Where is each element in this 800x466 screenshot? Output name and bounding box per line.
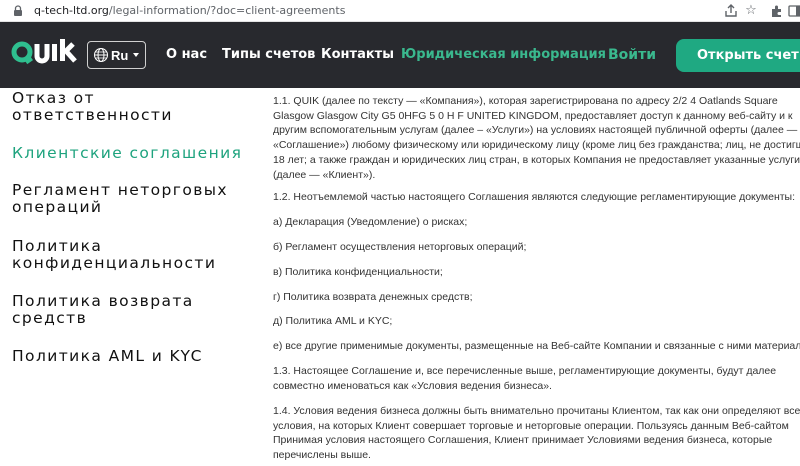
list-item-e: е) все другие применимые документы, разм… (273, 339, 800, 354)
browser-address-bar[interactable]: q-tech-ltd.org/legal-information/?doc=cl… (0, 0, 800, 22)
list-item-b: б) Регламент осуществления неторговых оп… (273, 240, 800, 255)
sidebar-item-label: ответственности (12, 106, 173, 124)
language-code: Ru (111, 48, 129, 63)
list-item-a: а) Декларация (Уведомление) о рисках; (273, 215, 800, 230)
sidebar-item-label: Политика AML и KYC (12, 347, 203, 365)
sidebar-item-label: Отказ от (12, 89, 95, 107)
chevron-down-icon (133, 53, 139, 57)
text-line: совместно именоваться как «Условия веден… (273, 379, 552, 392)
text-line: 1.1. QUIK (далее по тексту — «Компания»)… (273, 95, 778, 107)
language-selector[interactable]: Ru (87, 41, 146, 69)
lock-icon[interactable] (11, 4, 25, 18)
login-link[interactable]: Войти (608, 47, 656, 63)
extensions-icon[interactable] (769, 3, 785, 19)
list-item-g: г) Политика возврата денежных средств; (273, 290, 800, 305)
sidebar-icon[interactable] (787, 3, 800, 19)
text-line: д) Политика AML и KYC; (273, 315, 393, 327)
url-host: q-tech-ltd.org (34, 4, 109, 17)
sidebar-item-privacy-policy[interactable]: Политика конфиденциальности (12, 238, 216, 272)
text-line: в) Политика конфиденциальности; (273, 266, 443, 278)
text-line: условия, на которых Клиент совершает тор… (273, 419, 789, 432)
sidebar-item-label: Политика (12, 237, 103, 255)
paragraph-1-2: 1.2. Неотъемлемой частью настоящего Согл… (273, 190, 800, 205)
url-text[interactable]: q-tech-ltd.org/legal-information/?doc=cl… (34, 4, 345, 17)
text-line: 1.4. Условия ведения бизнеса должны быть… (273, 405, 800, 417)
globe-icon (94, 48, 108, 62)
sidebar-item-disclaimer[interactable]: Отказ от ответственности (12, 90, 173, 124)
nav-legal-info[interactable]: Юридическая информация (401, 47, 606, 62)
text-line: «Соглашение») любому физическому или юри… (273, 139, 800, 152)
paragraph-1-1: 1.1. QUIK (далее по тексту — «Компания»)… (273, 94, 800, 182)
text-line: другим вспомогательным услугам (далее – … (273, 124, 798, 137)
text-line: 18 лет; а также граждан и юридических ли… (273, 153, 800, 166)
nav-about[interactable]: О нас (166, 47, 207, 62)
text-line: (далее — «Клиент»). (273, 168, 376, 181)
list-item-d: д) Политика AML и KYC; (273, 314, 800, 329)
text-line: Glasgow Glasgow City G5 0HFG 5 0 H F UNI… (273, 109, 793, 122)
sidebar-item-label: конфиденциальности (12, 254, 217, 272)
sidebar-item-label: Клиентские соглашения (12, 144, 243, 162)
sidebar-item-label: операций (12, 198, 103, 216)
nav-contacts[interactable]: Контакты (321, 47, 394, 62)
text-line: Принимая условия настоящего Соглашения, … (273, 434, 773, 447)
paragraph-1-3: 1.3. Настоящее Соглашение и, все перечис… (273, 364, 800, 393)
nav-account-types[interactable]: Типы счетов (222, 47, 315, 62)
text-line: б) Регламент осуществления неторговых оп… (273, 241, 527, 253)
sidebar-item-label: Политика возврата (12, 292, 194, 310)
url-path: /legal-information/?doc=client-agreement… (108, 4, 346, 17)
sidebar-item-label: Регламент неторговых (12, 181, 228, 199)
sidebar-item-aml-kyc[interactable]: Политика AML и KYC (12, 348, 203, 365)
text-line: а) Декларация (Уведомление) о рисках; (273, 216, 468, 228)
text-line: е) все другие применимые документы, разм… (273, 340, 800, 352)
sidebar-item-client-agreements[interactable]: Клиентские соглашения (12, 145, 242, 162)
text-line: 1.2. Неотъемлемой частью настоящего Согл… (273, 191, 796, 203)
sidebar-item-label: средств (12, 309, 88, 327)
share-icon[interactable] (723, 3, 739, 19)
text-line: 1.3. Настоящее Соглашение и, все перечис… (273, 365, 777, 377)
star-icon[interactable]: ☆ (743, 3, 759, 19)
site-header: Ru О нас Типы счетов Контакты Юридическа… (0, 22, 800, 88)
quik-logo[interactable] (10, 36, 78, 70)
text-line: г) Политика возврата денежных средств; (273, 291, 473, 303)
open-account-button[interactable]: Открыть счет (676, 39, 800, 72)
text-line: перечислены выше. (273, 449, 371, 462)
list-item-v: в) Политика конфиденциальности; (273, 265, 800, 280)
sidebar-item-non-trading-operations[interactable]: Регламент неторговых операций (12, 182, 228, 216)
paragraph-1-4: 1.4. Условия ведения бизнеса должны быть… (273, 404, 800, 463)
sidebar-item-refund-policy[interactable]: Политика возврата средств (12, 293, 194, 327)
